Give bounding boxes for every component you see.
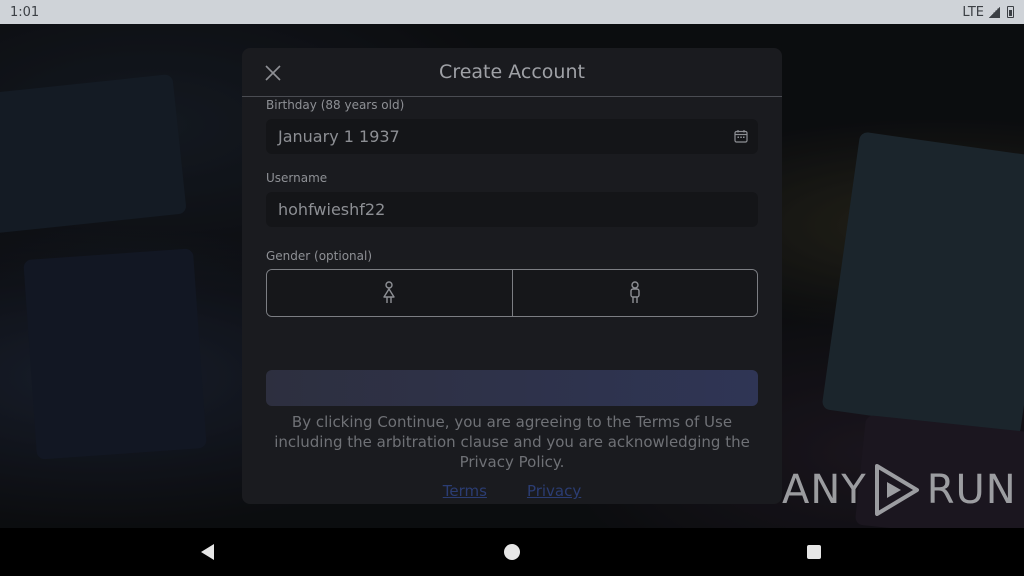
signal-icon	[988, 6, 1000, 18]
gender-male-button[interactable]	[511, 270, 757, 316]
gender-selector	[266, 269, 758, 317]
close-icon[interactable]	[262, 62, 284, 84]
female-icon	[383, 281, 395, 303]
username-value: hohfwieshf22	[278, 200, 386, 219]
username-label: Username	[266, 171, 328, 185]
home-icon[interactable]	[502, 542, 522, 562]
male-icon	[630, 281, 640, 303]
legal-text: By clicking Continue, you are agreeing t…	[274, 413, 750, 471]
legal-links: Terms Privacy	[242, 482, 782, 500]
anyrun-watermark: ANY RUN	[782, 462, 1017, 518]
create-account-modal: Create Account Birthday (88 years old) J…	[242, 48, 782, 504]
birthday-label: Birthday (88 years old)	[266, 98, 405, 112]
status-bar: 1:01 LTE	[0, 0, 1024, 24]
username-input[interactable]: hohfwieshf22	[266, 192, 758, 227]
network-type: LTE	[962, 4, 984, 20]
continue-button[interactable]	[266, 370, 758, 406]
recent-apps-icon[interactable]	[804, 542, 824, 562]
battery-icon	[1007, 6, 1014, 18]
status-icons: LTE	[962, 5, 1014, 20]
terms-link[interactable]: Terms	[443, 482, 487, 500]
gender-label: Gender (optional)	[266, 249, 373, 263]
birthday-field[interactable]: January 1 1937	[266, 119, 758, 154]
status-time: 1:01	[10, 4, 40, 20]
navigation-bar	[0, 528, 1024, 576]
calendar-icon[interactable]	[734, 129, 748, 143]
watermark-left: ANY	[782, 467, 867, 513]
birthday-value: January 1 1937	[278, 127, 400, 146]
modal-title: Create Account	[439, 61, 585, 83]
play-logo-icon	[874, 464, 919, 516]
back-icon[interactable]	[198, 542, 218, 562]
gender-female-button[interactable]	[267, 270, 512, 316]
privacy-link[interactable]: Privacy	[527, 482, 581, 500]
watermark-right: RUN	[926, 467, 1017, 513]
modal-header: Create Account	[242, 48, 782, 97]
